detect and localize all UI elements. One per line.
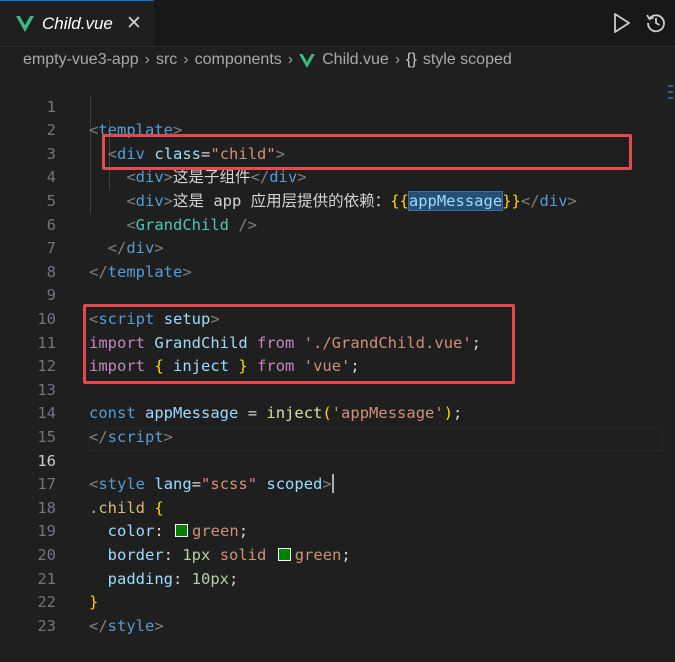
code-line: 1 <template> — [0, 72, 675, 140]
breadcrumb-item[interactable]: empty-vue3-app — [23, 51, 139, 69]
code-line: 15 — [0, 402, 675, 446]
annotation-box-line-4 — [102, 134, 632, 170]
chevron-right-icon: › — [144, 51, 150, 68]
code-line: 7 </template> — [0, 214, 675, 281]
code-line: 8 — [0, 237, 675, 281]
breadcrumb-symbol[interactable]: style scoped — [423, 51, 512, 69]
chevron-right-icon: › — [394, 51, 401, 68]
code-line: 2 <div class="child"> — [0, 96, 675, 163]
code-line: 20 padding: 10px; — [0, 520, 675, 588]
braces-icon: {} — [406, 51, 417, 68]
line-number: 23 — [37, 616, 56, 635]
code-line: 21 } — [0, 544, 675, 612]
breadcrumb-file[interactable]: Child.vue — [322, 51, 389, 69]
breadcrumb-item[interactable]: components — [195, 51, 282, 69]
vue-icon — [299, 53, 315, 68]
tab-bar: Child.vue ✕ — [0, 0, 675, 47]
run-icon[interactable] — [612, 12, 632, 34]
tab-child-vue[interactable]: Child.vue ✕ — [0, 0, 154, 46]
chevron-right-icon: › — [287, 51, 294, 68]
code-line: 9 <script setup> — [0, 261, 675, 328]
code-line: 16 <style lang="scss" scoped> — [0, 426, 675, 494]
annotation-box-inject — [83, 304, 515, 384]
history-icon[interactable] — [645, 12, 667, 34]
code-line: 23 — [0, 591, 675, 635]
code-editor[interactable]: 1 <template> 2 <div class="child"> 3 <di… — [0, 72, 675, 635]
chevron-right-icon: › — [183, 51, 189, 68]
vue-icon — [16, 15, 34, 32]
breadcrumb-item[interactable]: src — [156, 51, 177, 69]
code-line: 17 .child { — [0, 450, 675, 517]
code-line: 22 </style> — [0, 568, 675, 635]
tab-label: Child.vue — [42, 13, 113, 33]
code-line: 19 border: 1px solid green; — [0, 497, 675, 564]
code-line: 6 </div> — [0, 190, 675, 258]
close-icon[interactable]: ✕ — [126, 12, 142, 35]
code-line: 18 color: green; — [0, 473, 675, 541]
breadcrumb: empty-vue3-app › src › components › Chil… — [0, 47, 675, 73]
